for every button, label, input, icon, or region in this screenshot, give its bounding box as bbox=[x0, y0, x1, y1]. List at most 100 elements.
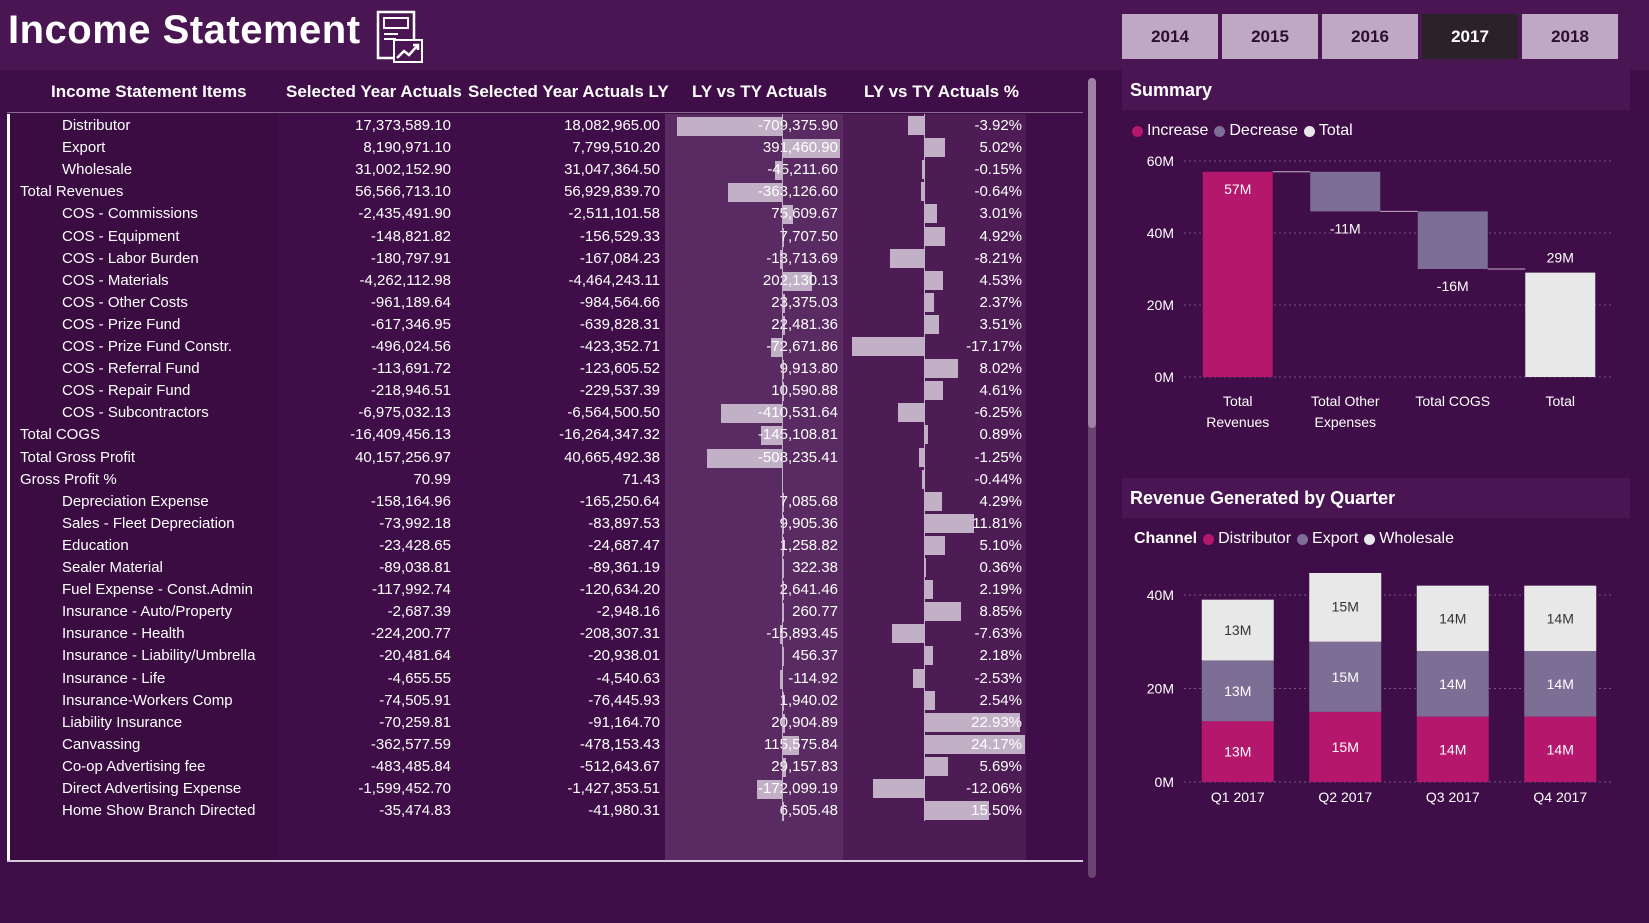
diff-value: 1,940.02 bbox=[779, 691, 838, 709]
row-label: Total COGS bbox=[20, 426, 101, 444]
pct-zero-line bbox=[924, 114, 925, 822]
diff-value: -363,126.60 bbox=[757, 183, 838, 201]
last-year-value: -423,352.71 bbox=[579, 338, 660, 355]
vertical-scrollbar[interactable] bbox=[1088, 78, 1096, 878]
pct-value: 4.29% bbox=[979, 492, 1022, 510]
diff-value: 9,905.36 bbox=[779, 514, 838, 532]
x-tick-label: Total bbox=[1545, 393, 1575, 409]
table-row[interactable]: Liability Insurance -70,259.81 -91,164.70 2… bbox=[10, 711, 1083, 734]
table-row[interactable]: Export 8,190,971.10 7,799,510.20 391,460.90… bbox=[10, 136, 1083, 159]
year-tab-2016[interactable]: 2016 bbox=[1322, 14, 1418, 59]
table-row[interactable]: COS - Materials -4,262,112.98 -4,464,243.1… bbox=[10, 269, 1083, 292]
pct-value: 24.17% bbox=[971, 735, 1022, 753]
table-row[interactable]: Insurance-Workers Comp -74,505.91 -76,445.… bbox=[10, 689, 1083, 712]
table-row[interactable]: Direct Advertising Expense -1,599,452.70 -… bbox=[10, 777, 1083, 800]
table-row[interactable]: COS - Labor Burden -180,797.91 -167,084.23… bbox=[10, 247, 1083, 270]
year-tab-2014[interactable]: 2014 bbox=[1122, 14, 1218, 59]
selected-year-value: 40,157,256.97 bbox=[355, 448, 451, 466]
data-label: -16M bbox=[1437, 278, 1469, 294]
revenue-card: Revenue Generated by Quarter Channel Dis… bbox=[1122, 478, 1630, 838]
table-row[interactable]: Sales - Fleet Depreciation -73,992.18 -83,… bbox=[10, 512, 1083, 535]
table-row[interactable]: Insurance - Life -4,655.55 -4,540.63 -114.9… bbox=[10, 667, 1083, 690]
x-tick-label: Revenues bbox=[1206, 414, 1269, 430]
last-year-value: -2,511,101.58 bbox=[568, 205, 660, 223]
year-tab-2017[interactable]: 2017 bbox=[1422, 14, 1518, 59]
pct-value: 2.54% bbox=[979, 691, 1022, 709]
last-year-value: -83,897.53 bbox=[588, 514, 660, 532]
selected-year-value: -483,485.84 bbox=[370, 757, 451, 775]
table-row[interactable]: Total Gross Profit 40,157,256.97 40,665,49… bbox=[10, 446, 1083, 469]
year-tab-2018[interactable]: 2018 bbox=[1522, 14, 1618, 59]
selected-year-value: -23,428.65 bbox=[379, 536, 451, 554]
table-row[interactable]: COS - Repair Fund -218,946.51 -229,537.39 1… bbox=[10, 379, 1083, 402]
row-label: Insurance - Life bbox=[62, 669, 166, 687]
selected-year-value: -74,505.91 bbox=[379, 691, 451, 709]
row-label: COS - Labor Burden bbox=[62, 249, 199, 267]
column-header-items[interactable]: Income Statement Items bbox=[51, 82, 247, 102]
diff-value: 23,375.03 bbox=[771, 293, 838, 311]
table-row[interactable]: COS - Prize Fund Constr. -496,024.56 -423,… bbox=[10, 335, 1083, 358]
selected-year-value: -73,992.18 bbox=[379, 514, 451, 532]
selected-year-value: 56,566,713.10 bbox=[355, 183, 451, 201]
year-tab-2015[interactable]: 2015 bbox=[1222, 14, 1318, 59]
table-row[interactable]: Wholesale 31,002,152.90 31,047,364.50 -45,2… bbox=[10, 158, 1083, 181]
data-label: 14M bbox=[1439, 610, 1466, 626]
legend-item-wholesale[interactable]: Wholesale bbox=[1364, 530, 1454, 548]
table-row[interactable]: Gross Profit % 70.99 71.43 -0.44% bbox=[10, 468, 1083, 491]
table-row[interactable]: Co-op Advertising fee -483,485.84 -512,643… bbox=[10, 755, 1083, 778]
row-label: COS - Prize Fund bbox=[62, 315, 181, 333]
pct-value: -0.64% bbox=[974, 183, 1022, 201]
pct-value: -2.53% bbox=[974, 669, 1022, 687]
row-label: Direct Advertising Expense bbox=[62, 780, 242, 797]
y-tick-label: 60M bbox=[1147, 155, 1174, 169]
pct-value: -17.17% bbox=[966, 338, 1022, 355]
last-year-value: 18,082,965.00 bbox=[564, 117, 660, 134]
column-header-selected-year-actuals-ly[interactable]: Selected Year Actuals LY bbox=[468, 82, 669, 102]
summary-legend: Increase Decrease Total bbox=[1132, 122, 1353, 140]
legend-title: Channel bbox=[1134, 530, 1198, 547]
legend-dot-icon bbox=[1203, 533, 1215, 545]
table-row[interactable]: COS - Other Costs -961,189.64 -984,564.66 2… bbox=[10, 291, 1083, 314]
selected-year-value: -218,946.51 bbox=[370, 382, 451, 400]
table-row[interactable]: Education -23,428.65 -24,687.47 1,258.82 5.1… bbox=[10, 534, 1083, 557]
scrollbar-thumb[interactable] bbox=[1088, 78, 1096, 428]
y-tick-label: 0M bbox=[1155, 369, 1174, 385]
legend-item-increase[interactable]: Increase bbox=[1132, 122, 1208, 140]
row-label: Total Gross Profit bbox=[20, 448, 136, 466]
legend-item-distributor[interactable]: Distributor bbox=[1203, 530, 1291, 548]
table-row[interactable]: Insurance - Auto/Property -2,687.39 -2,948… bbox=[10, 600, 1083, 623]
table-row[interactable]: COS - Referral Fund -113,691.72 -123,605.5… bbox=[10, 357, 1083, 380]
column-header-selected-year-actuals[interactable]: Selected Year Actuals bbox=[286, 82, 462, 102]
table-row[interactable]: Insurance - Liability/Umbrella -20,481.64… bbox=[10, 644, 1083, 667]
legend-item-export[interactable]: Export bbox=[1297, 530, 1358, 548]
column-header-ly-vs-ty-actuals-pct[interactable]: LY vs TY Actuals % bbox=[864, 82, 1019, 102]
table-row[interactable]: Canvassing -362,577.59 -478,153.43 115,575.… bbox=[10, 733, 1083, 756]
table-row[interactable]: Insurance - Health -224,200.77 -208,307.31… bbox=[10, 622, 1083, 645]
table-row[interactable]: Total COGS -16,409,456.13 -16,264,347.32 -1… bbox=[10, 423, 1083, 446]
pct-value: -12.06% bbox=[966, 780, 1022, 797]
table-row[interactable]: Distributor 17,373,589.10 18,082,965.00 -70… bbox=[10, 114, 1083, 137]
selected-year-value: -16,409,456.13 bbox=[350, 426, 451, 444]
table-row[interactable]: Home Show Branch Directed -35,474.83 -41,9… bbox=[10, 799, 1083, 822]
table-row[interactable]: COS - Prize Fund -617,346.95 -639,828.31 22… bbox=[10, 313, 1083, 336]
pct-value: 0.89% bbox=[979, 426, 1022, 444]
table-row[interactable]: COS - Commissions -2,435,491.90 -2,511,101… bbox=[10, 202, 1083, 225]
table-row[interactable]: COS - Subcontractors -6,975,032.13 -6,564,… bbox=[10, 401, 1083, 424]
table-row[interactable]: COS - Equipment -148,821.82 -156,529.33 7,7… bbox=[10, 225, 1083, 248]
row-label: Fuel Expense - Const.Admin bbox=[62, 581, 253, 599]
pct-value: -0.44% bbox=[974, 470, 1022, 488]
table-row[interactable]: Total Revenues 56,566,713.10 56,929,839.70… bbox=[10, 180, 1083, 203]
column-header-ly-vs-ty-actuals[interactable]: LY vs TY Actuals bbox=[692, 82, 827, 102]
table-row[interactable]: Sealer Material -89,038.81 -89,361.19 322.3… bbox=[10, 556, 1083, 579]
x-tick-label: Expenses bbox=[1315, 414, 1376, 430]
diff-value: -13,713.69 bbox=[766, 249, 838, 267]
row-label: Depreciation Expense bbox=[62, 492, 209, 510]
table-row[interactable]: Fuel Expense - Const.Admin -117,992.74 -12… bbox=[10, 578, 1083, 601]
table-row[interactable]: Depreciation Expense -158,164.96 -165,250.… bbox=[10, 490, 1083, 513]
diff-value: 75,609.67 bbox=[771, 205, 838, 223]
legend-dot-icon bbox=[1303, 125, 1315, 137]
legend-item-total[interactable]: Total bbox=[1303, 122, 1353, 140]
pct-value: 5.02% bbox=[979, 139, 1022, 157]
legend-item-decrease[interactable]: Decrease bbox=[1214, 122, 1298, 140]
diff-value: 391,460.90 bbox=[762, 139, 838, 157]
